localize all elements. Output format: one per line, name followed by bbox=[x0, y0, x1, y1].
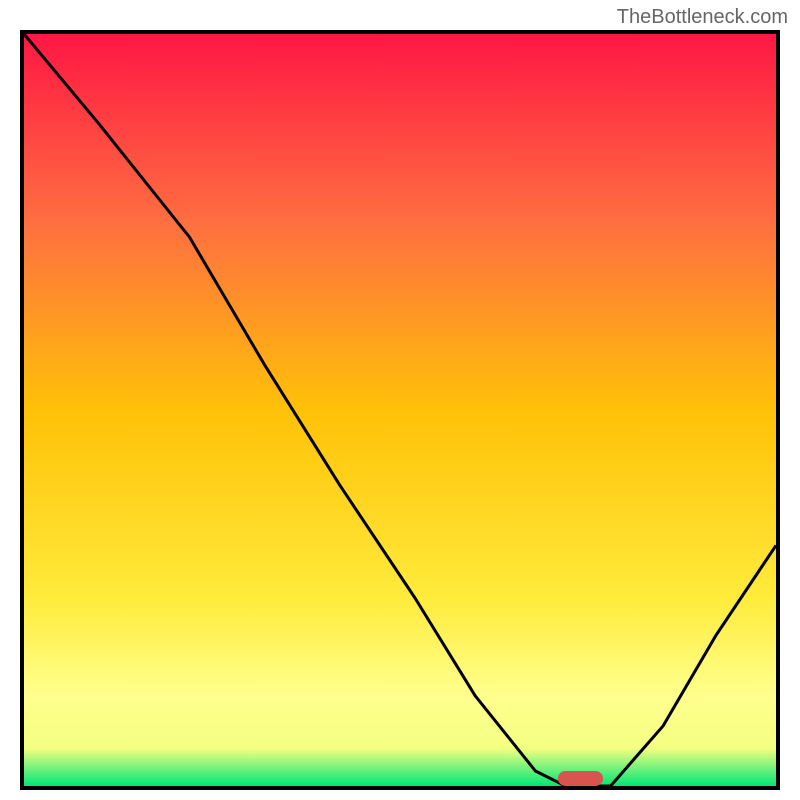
chart-container: TheBottleneck.com bbox=[0, 0, 800, 800]
chart-svg bbox=[24, 34, 776, 786]
optimal-marker bbox=[558, 771, 603, 786]
gradient-background bbox=[24, 34, 776, 786]
chart-frame bbox=[20, 30, 780, 790]
watermark-label: TheBottleneck.com bbox=[617, 6, 788, 29]
